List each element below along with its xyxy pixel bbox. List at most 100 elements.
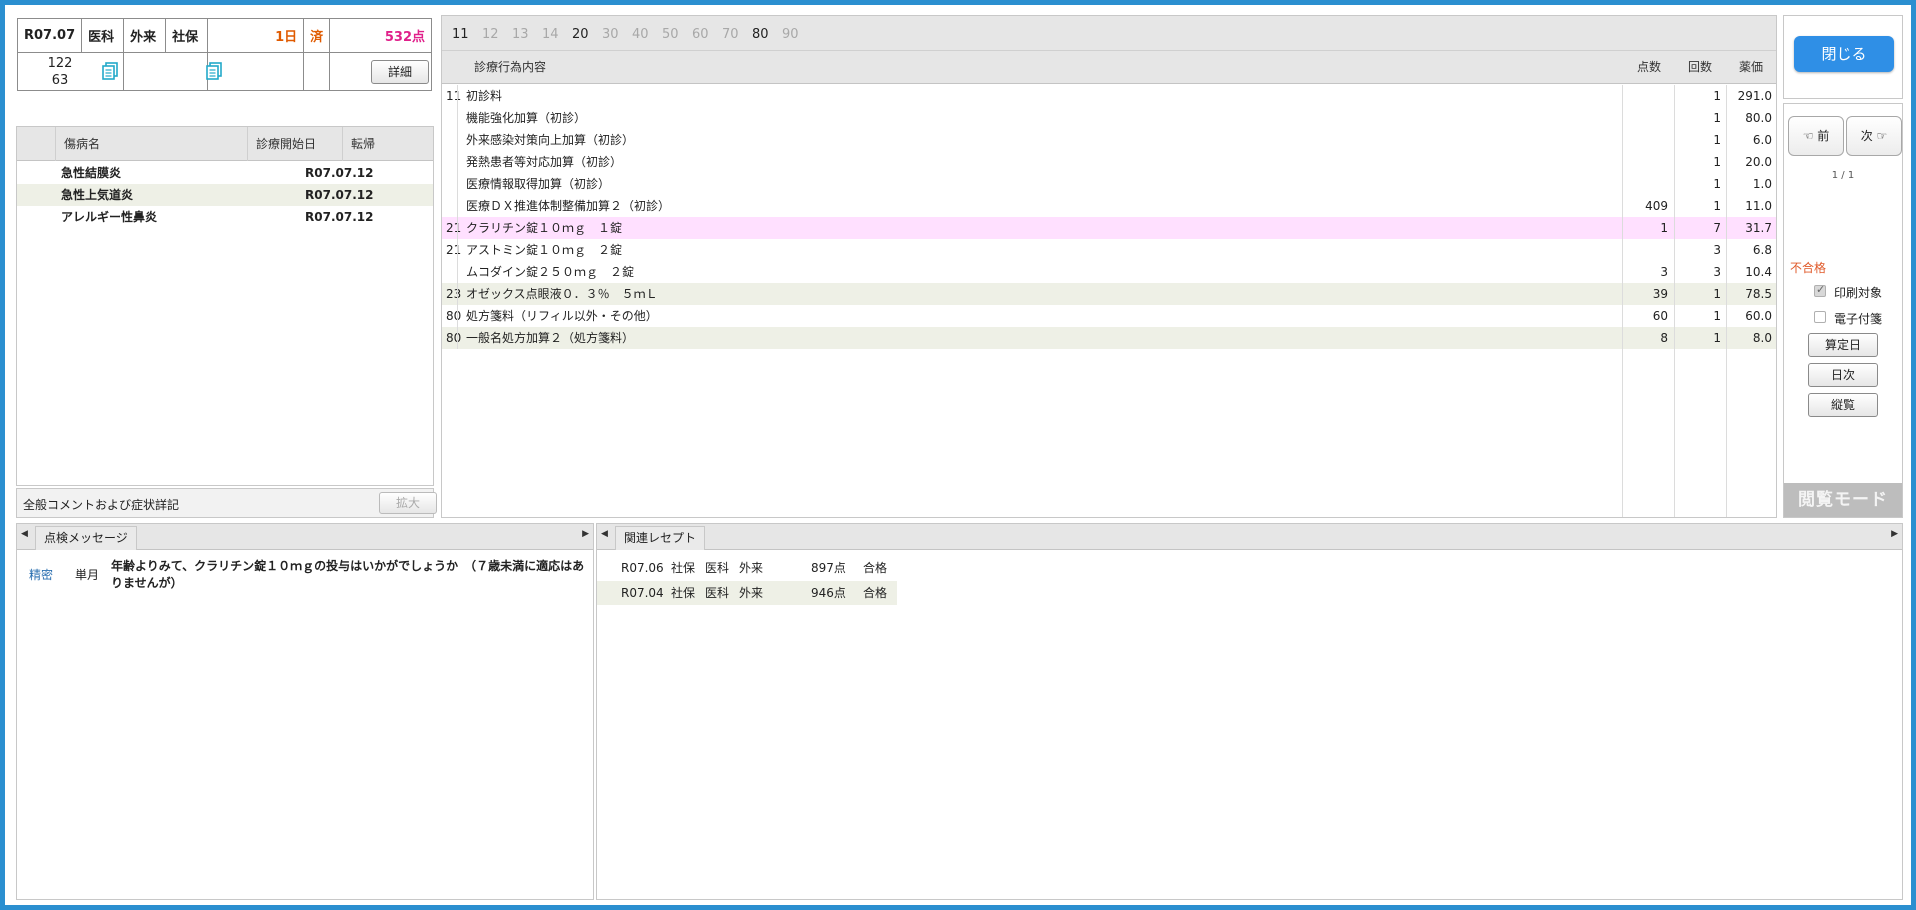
treatment-row[interactable]: 外来感染対策向上加算（初診） 1 6.0	[442, 129, 1776, 151]
tab-30[interactable]: 30	[602, 26, 619, 44]
col-outcome[interactable]: 転帰	[342, 127, 435, 161]
tab-50[interactable]: 50	[662, 26, 679, 44]
disease-row[interactable]: 急性結膜炎 R07.07.12	[17, 162, 433, 184]
close-panel: 閉じる	[1783, 15, 1903, 99]
header-detail-cell: 詳細	[329, 52, 432, 91]
treatment-code: 21	[446, 221, 462, 235]
header-visit-type: 外来	[123, 18, 167, 53]
col-price[interactable]: 薬価	[1739, 51, 1763, 84]
tab-related-receipts[interactable]: 関連レセプト	[615, 526, 706, 550]
disease-start: R07.07.12	[305, 166, 374, 180]
treatment-count: 1	[1713, 331, 1721, 345]
expand-button[interactable]: 拡大	[379, 492, 437, 514]
treatment-name: クラリチン錠１０ｍｇ １錠	[466, 221, 623, 235]
related-points: 897点	[811, 561, 846, 575]
treatment-count: 1	[1713, 111, 1721, 125]
treatment-row[interactable]: 23 オゼックス点眼液０．３％ ５ｍＬ 39 1 78.5	[442, 283, 1776, 305]
related-row[interactable]: R07.04 社保 医科 外来 946点 合格	[597, 581, 897, 605]
column-divider	[1726, 85, 1727, 517]
treatment-points: 409	[1645, 199, 1668, 213]
tab-11[interactable]: 11	[452, 26, 469, 44]
treatment-name: 機能強化加算（初診）	[466, 111, 587, 125]
treatment-row[interactable]: 医療ＤＸ推進体制整備加算２（初診） 409 1 11.0	[442, 195, 1776, 217]
check-message-row[interactable]: 精密 単月 年齢よりみて、クラリチン錠１０ｍｇの投与はいかがでしょうか （７歳未…	[17, 556, 593, 600]
treatment-name: 初診料	[466, 89, 503, 103]
tab-90[interactable]: 90	[782, 26, 799, 44]
treatment-row[interactable]: 80 処方箋料（リフィル以外・その他） 60 1 60.0	[442, 305, 1776, 327]
calc-day-button[interactable]: 算定日	[1808, 333, 1878, 357]
header-status: 済	[303, 18, 331, 53]
tab-70[interactable]: 70	[722, 26, 739, 44]
treatment-row[interactable]: 21 アストミン錠１０ｍｇ ２錠 3 6.8	[442, 239, 1776, 261]
e-attach-label: 電子付箋	[1834, 312, 1883, 326]
view-mode-indicator: 閲覧モード	[1784, 483, 1902, 517]
related-dept: 医科	[705, 586, 730, 600]
treatment-price: 31.7	[1745, 221, 1772, 235]
header-id2: 63	[51, 73, 69, 88]
related-row[interactable]: R07.06 社保 医科 外来 897点 合格	[597, 556, 1902, 580]
header-days: 1日	[207, 18, 305, 53]
overview-button[interactable]: 縦覧	[1808, 393, 1878, 417]
related-date: R07.06	[621, 561, 664, 575]
tab-12[interactable]: 12	[482, 26, 499, 44]
next-label: 次	[1860, 129, 1873, 143]
col-content[interactable]: 診療行為内容	[474, 51, 546, 84]
treatment-row[interactable]: 21 クラリチン錠１０ｍｇ １錠 1 7 31.7	[442, 217, 1776, 239]
tab-20[interactable]: 20	[572, 26, 589, 44]
disease-name: 急性上気道炎	[61, 188, 134, 202]
related-insurance: 社保	[671, 561, 696, 575]
col-points[interactable]: 点数	[1637, 51, 1661, 84]
related-tab-strip: ◀ 関連レセプト ▶	[597, 524, 1902, 550]
close-button[interactable]: 閉じる	[1794, 36, 1894, 72]
header-empty-cell	[303, 52, 331, 91]
disease-start: R07.07.12	[305, 188, 374, 202]
scroll-right-icon[interactable]: ▶	[1891, 529, 1898, 539]
print-target-checkbox[interactable]	[1814, 283, 1826, 297]
related-insurance: 社保	[671, 586, 696, 600]
related-points: 946点	[811, 586, 846, 600]
scroll-left-icon[interactable]: ◀	[601, 529, 608, 539]
tab-check-messages[interactable]: 点検メッセージ	[35, 526, 137, 550]
daily-button[interactable]: 日次	[1808, 363, 1878, 387]
treatment-row[interactable]: 80 一般名処方加算２（処方箋料） 8 1 8.0	[442, 327, 1776, 349]
treatment-count: 1	[1713, 89, 1721, 103]
header-id1: 122	[47, 56, 73, 71]
tab-60[interactable]: 60	[692, 26, 709, 44]
related-visit: 外来	[739, 561, 764, 575]
treatment-row[interactable]: ムコダイン錠２５０ｍｇ ２錠 3 3 10.4	[442, 261, 1776, 283]
treatment-row[interactable]: 機能強化加算（初診） 1 80.0	[442, 107, 1776, 129]
copy-icon[interactable]	[204, 61, 224, 81]
print-target-label: 印刷対象	[1834, 286, 1883, 300]
next-button[interactable]: 次 ☞	[1846, 116, 1902, 156]
col-disease-name[interactable]: 傷病名	[55, 127, 247, 161]
col-start-date[interactable]: 診療開始日	[247, 127, 342, 161]
treatment-name: 医療情報取得加算（初診）	[466, 177, 611, 191]
copy-icon[interactable]	[100, 61, 120, 81]
treatment-points: 39	[1652, 287, 1668, 301]
tab-80[interactable]: 80	[752, 26, 769, 44]
header-dept: 医科	[81, 18, 125, 53]
treatment-count: 3	[1713, 243, 1721, 257]
treatment-row[interactable]: 医療情報取得加算（初診） 1 1.0	[442, 173, 1776, 195]
treatment-count: 1	[1713, 309, 1721, 323]
col-count[interactable]: 回数	[1688, 51, 1712, 84]
treatment-count: 1	[1713, 155, 1721, 169]
tab-14[interactable]: 14	[542, 26, 559, 44]
treatment-price: 291.0	[1737, 89, 1772, 103]
disease-row[interactable]: アレルギー性鼻炎 R07.07.12	[17, 206, 433, 228]
tab-40[interactable]: 40	[632, 26, 649, 44]
treatment-row[interactable]: 11 初診料 1 291.0	[442, 85, 1776, 107]
detail-button[interactable]: 詳細	[371, 59, 429, 84]
treatment-points: 60	[1652, 309, 1668, 323]
treatment-row[interactable]: 発熱患者等対応加算（初診） 1 20.0	[442, 151, 1776, 173]
e-attach-checkbox[interactable]	[1814, 311, 1826, 323]
column-divider	[1674, 85, 1675, 517]
prev-button[interactable]: ☜ 前	[1788, 116, 1844, 156]
disease-panel: 傷病名 診療開始日 転帰 急性結膜炎 R07.07.12 急性上気道炎 R07.…	[16, 126, 434, 486]
scroll-left-icon[interactable]: ◀	[21, 529, 28, 539]
treatment-table-header: 診療行為内容 点数 回数 薬価	[442, 50, 1776, 84]
disease-row[interactable]: 急性上気道炎 R07.07.12	[17, 184, 433, 206]
tab-13[interactable]: 13	[512, 26, 529, 44]
scroll-right-icon[interactable]: ▶	[582, 529, 589, 539]
treatment-code: 80	[446, 331, 462, 345]
